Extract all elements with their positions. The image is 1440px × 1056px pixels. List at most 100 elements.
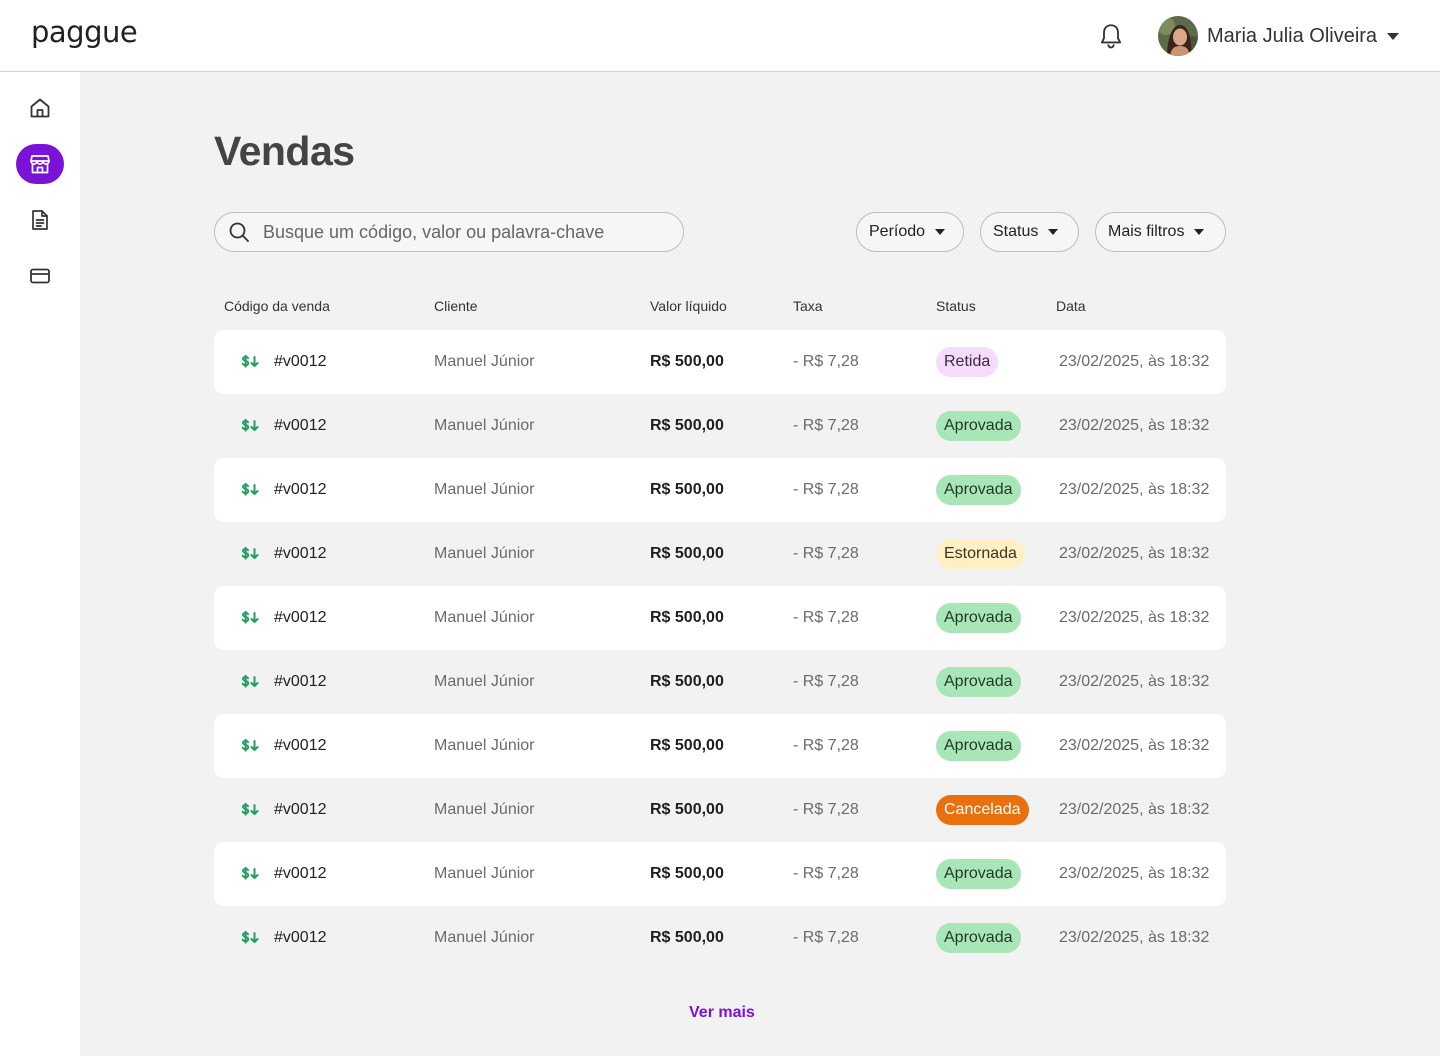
sale-taxa: - R$ 7,28 bbox=[793, 673, 859, 690]
sale-taxa: - R$ 7,28 bbox=[793, 481, 859, 498]
table-row[interactable]: #v0012 Manuel Júnior R$ 500,00 - R$ 7,28 Apr… bbox=[214, 650, 1226, 714]
table-row[interactable]: #v0012 Manuel Júnior R$ 500,00 - R$ 7,28 Est… bbox=[214, 522, 1226, 586]
sale-code: #v0012 bbox=[274, 673, 327, 690]
sale-valor-liquido: R$ 500,00 bbox=[650, 417, 724, 434]
chevron-down-icon bbox=[935, 229, 946, 235]
status-cell: Aprovada bbox=[936, 458, 1021, 522]
table-row[interactable]: #v0012 Manuel Júnior R$ 500,00 - R$ 7,28 Can… bbox=[214, 778, 1226, 842]
sale-code: #v0012 bbox=[274, 417, 327, 434]
sale-date: 23/02/2025, às 18:32 bbox=[1059, 417, 1210, 434]
sale-code: #v0012 bbox=[274, 545, 327, 562]
sale-client: Manuel Júnior bbox=[434, 737, 535, 754]
sale-valor-liquido: R$ 500,00 bbox=[650, 673, 724, 690]
user-menu[interactable]: Maria Julia Oliveira bbox=[1158, 16, 1400, 56]
status-badge: Aprovada bbox=[936, 667, 1021, 697]
sale-client: Manuel Júnior bbox=[434, 929, 535, 946]
table-row[interactable]: #v0012 Manuel Júnior R$ 500,00 - R$ 7,28 Apr… bbox=[214, 394, 1226, 458]
chevron-down-icon bbox=[1048, 229, 1059, 235]
page-title: Vendas bbox=[214, 128, 355, 174]
sale-valor-liquido: R$ 500,00 bbox=[650, 481, 724, 498]
avatar[interactable] bbox=[1158, 16, 1198, 56]
table-row[interactable]: #v0012 Manuel Júnior R$ 500,00 - R$ 7,28 Apr… bbox=[214, 842, 1226, 906]
sale-taxa: - R$ 7,28 bbox=[793, 545, 859, 562]
sidebar-item-home[interactable] bbox=[16, 88, 64, 128]
status-badge: Estornada bbox=[936, 539, 1025, 569]
sale-taxa: - R$ 7,28 bbox=[793, 737, 859, 754]
status-cell: Aprovada bbox=[936, 714, 1021, 778]
sidebar bbox=[0, 72, 80, 1056]
sale-client: Manuel Júnior bbox=[434, 673, 535, 690]
column-header-valor: Valor líquido bbox=[650, 298, 727, 314]
money-incoming-icon bbox=[240, 906, 262, 970]
sale-code: #v0012 bbox=[274, 865, 327, 882]
sale-valor-liquido: R$ 500,00 bbox=[650, 737, 724, 754]
sale-code: #v0012 bbox=[274, 353, 327, 370]
filter-status-label: Status bbox=[993, 223, 1039, 240]
status-cell: Aprovada bbox=[936, 586, 1021, 650]
money-incoming-icon bbox=[240, 842, 262, 906]
sale-valor-liquido: R$ 500,00 bbox=[650, 801, 724, 818]
paggue-logo[interactable]: paggue bbox=[31, 15, 138, 49]
store-icon bbox=[30, 155, 50, 174]
table-row[interactable]: #v0012 Manuel Júnior R$ 500,00 - R$ 7,28 Apr… bbox=[214, 714, 1226, 778]
status-badge: Retida bbox=[936, 347, 999, 377]
money-incoming-icon bbox=[240, 714, 262, 778]
filter-mais-filtros-button[interactable]: Mais filtros bbox=[1095, 212, 1226, 252]
sale-date: 23/02/2025, às 18:32 bbox=[1059, 737, 1210, 754]
sale-taxa: - R$ 7,28 bbox=[793, 609, 859, 626]
search-input[interactable] bbox=[263, 221, 663, 243]
sidebar-item-cartoes[interactable] bbox=[16, 256, 64, 296]
sale-taxa: - R$ 7,28 bbox=[793, 929, 859, 946]
sale-client: Manuel Júnior bbox=[434, 545, 535, 562]
filter-status-button[interactable]: Status bbox=[980, 212, 1079, 252]
chevron-down-icon[interactable] bbox=[1387, 32, 1400, 40]
sale-client: Manuel Júnior bbox=[434, 865, 535, 882]
table-row[interactable]: #v0012 Manuel Júnior R$ 500,00 - R$ 7,28 Apr… bbox=[214, 458, 1226, 522]
table-row[interactable]: #v0012 Manuel Júnior R$ 500,00 - R$ 7,28 Apr… bbox=[214, 586, 1226, 650]
sale-date: 23/02/2025, às 18:32 bbox=[1059, 929, 1210, 946]
sale-code: #v0012 bbox=[274, 737, 327, 754]
top-header: paggue Maria Julia Oliveira bbox=[0, 0, 1440, 72]
search-bar[interactable] bbox=[214, 212, 684, 252]
document-icon bbox=[32, 210, 48, 230]
status-badge: Aprovada bbox=[936, 603, 1021, 633]
ver-mais-link[interactable]: Ver mais bbox=[689, 1004, 755, 1022]
sale-valor-liquido: R$ 500,00 bbox=[650, 609, 724, 626]
money-incoming-icon bbox=[240, 650, 262, 714]
status-badge: Cancelada bbox=[936, 795, 1029, 825]
sale-client: Manuel Júnior bbox=[434, 481, 535, 498]
bell-icon[interactable] bbox=[1098, 22, 1124, 50]
sidebar-item-documentos[interactable] bbox=[16, 200, 64, 240]
sale-client: Manuel Júnior bbox=[434, 353, 535, 370]
sale-client: Manuel Júnior bbox=[434, 801, 535, 818]
sale-date: 23/02/2025, às 18:32 bbox=[1059, 609, 1210, 626]
sale-client: Manuel Júnior bbox=[434, 417, 535, 434]
credit-card-icon bbox=[30, 268, 50, 284]
sidebar-item-vendas[interactable] bbox=[16, 144, 64, 184]
user-name[interactable]: Maria Julia Oliveira bbox=[1207, 25, 1377, 48]
filter-periodo-button[interactable]: Período bbox=[856, 212, 964, 252]
column-header-cliente: Cliente bbox=[434, 298, 478, 314]
filter-mais-filtros-label: Mais filtros bbox=[1108, 223, 1185, 240]
sale-code: #v0012 bbox=[274, 929, 327, 946]
search-icon bbox=[229, 222, 249, 242]
money-incoming-icon bbox=[240, 394, 262, 458]
sale-taxa: - R$ 7,28 bbox=[793, 353, 859, 370]
sale-code: #v0012 bbox=[274, 481, 327, 498]
status-cell: Aprovada bbox=[936, 394, 1021, 458]
sale-taxa: - R$ 7,28 bbox=[793, 865, 859, 882]
status-cell: Estornada bbox=[936, 522, 1025, 586]
sale-valor-liquido: R$ 500,00 bbox=[650, 353, 724, 370]
status-badge: Aprovada bbox=[936, 475, 1021, 505]
status-cell: Cancelada bbox=[936, 778, 1029, 842]
column-header-codigo: Código da venda bbox=[224, 298, 330, 314]
table-row[interactable]: #v0012 Manuel Júnior R$ 500,00 - R$ 7,28 Ret… bbox=[214, 330, 1226, 394]
money-incoming-icon bbox=[240, 330, 262, 394]
status-cell: Aprovada bbox=[936, 650, 1021, 714]
column-header-taxa: Taxa bbox=[793, 298, 823, 314]
table-row[interactable]: #v0012 Manuel Júnior R$ 500,00 - R$ 7,28 Apr… bbox=[214, 906, 1226, 970]
status-badge: Aprovada bbox=[936, 411, 1021, 441]
home-icon bbox=[30, 98, 50, 118]
status-cell: Retida bbox=[936, 330, 999, 394]
column-header-status: Status bbox=[936, 298, 976, 314]
